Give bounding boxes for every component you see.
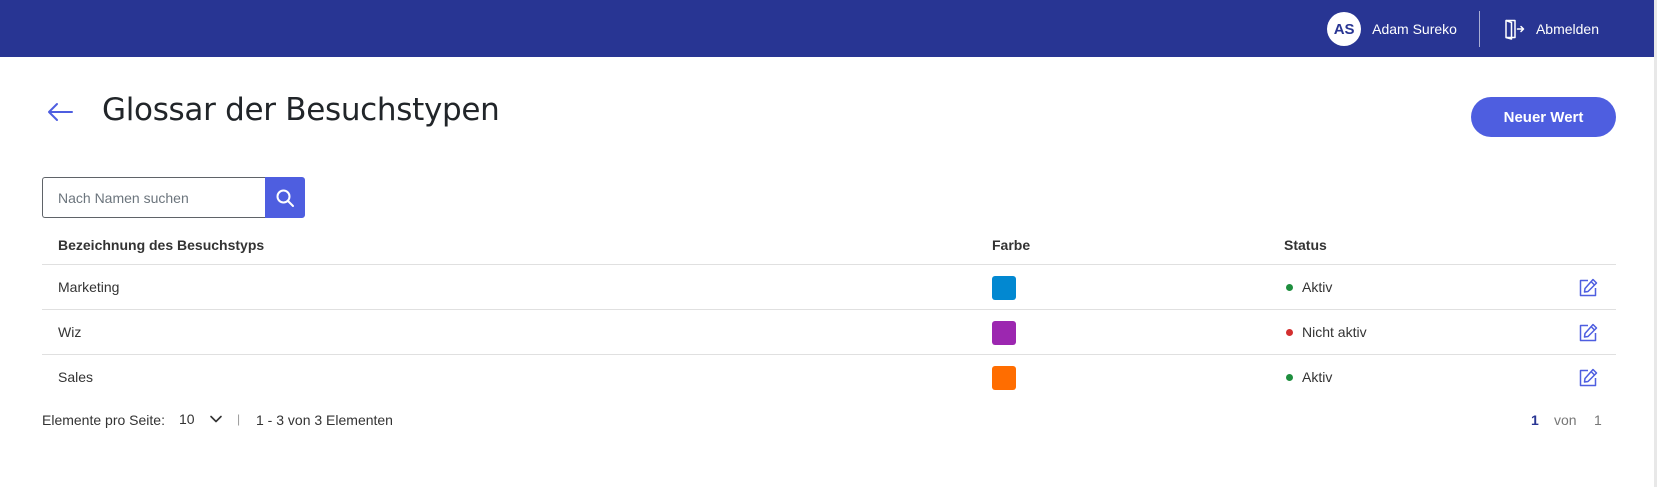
table-row: Wiz Nicht aktiv	[42, 310, 1616, 355]
page-of-label: von	[1554, 412, 1577, 428]
edit-icon	[1579, 368, 1598, 387]
edit-button[interactable]	[1577, 367, 1599, 389]
user-area: AS Adam Sureko Abmelden	[1327, 11, 1599, 47]
avatar[interactable]: AS	[1327, 12, 1362, 46]
current-page[interactable]: 1	[1531, 412, 1539, 428]
logout-label: Abmelden	[1535, 21, 1599, 37]
user-name[interactable]: Adam Sureko	[1372, 21, 1457, 37]
table-row: Sales Aktiv	[42, 355, 1616, 400]
edit-button[interactable]	[1577, 322, 1599, 344]
visit-type-name: Marketing	[58, 279, 120, 295]
search-bar	[42, 177, 305, 218]
items-per-page-value: 10	[179, 411, 195, 427]
color-swatch	[992, 366, 1016, 390]
status-dot	[1286, 328, 1293, 336]
column-header-name[interactable]: Bezeichnung des Besuchstyps	[58, 237, 264, 253]
status-cell: Nicht aktiv	[1284, 324, 1367, 340]
visit-type-name: Sales	[58, 369, 94, 385]
logout-button[interactable]: Abmelden	[1502, 17, 1599, 41]
new-value-button[interactable]: Neuer Wert	[1471, 97, 1616, 137]
pagination-separator: |	[237, 412, 241, 426]
items-per-page-select[interactable]: 10	[179, 411, 223, 427]
status-label: Nicht aktiv	[1302, 324, 1367, 340]
edit-icon	[1579, 323, 1598, 342]
visit-type-name: Wiz	[58, 324, 82, 340]
color-swatch	[992, 321, 1016, 345]
search-button[interactable]	[265, 177, 305, 218]
back-button[interactable]	[44, 96, 76, 128]
table-header: Bezeichnung des Besuchstyps Farbe Status	[42, 228, 1616, 265]
color-swatch	[992, 276, 1016, 300]
status-cell: Aktiv	[1284, 369, 1332, 385]
chevron-down-icon	[209, 415, 222, 423]
status-dot	[1286, 373, 1293, 381]
status-label: Aktiv	[1302, 369, 1333, 385]
column-header-status[interactable]: Status	[1284, 237, 1327, 253]
status-label: Aktiv	[1302, 279, 1333, 295]
status-dot	[1286, 283, 1293, 291]
edit-icon	[1579, 278, 1598, 297]
visit-types-table: Bezeichnung des Besuchstyps Farbe Status…	[42, 228, 1616, 400]
column-header-color[interactable]: Farbe	[992, 237, 1030, 253]
pagination-bar: Elemente pro Seite: 10 | 1 - 3 von 3 Ele…	[42, 410, 1616, 430]
logout-door-icon	[1505, 19, 1525, 40]
items-range-label: 1 - 3 von 3 Elementen	[256, 412, 393, 428]
search-input[interactable]	[42, 177, 265, 218]
items-per-page-label: Elemente pro Seite:	[42, 412, 165, 428]
edit-button[interactable]	[1577, 277, 1599, 299]
search-icon	[276, 189, 294, 207]
top-navigation-bar: AS Adam Sureko Abmelden	[0, 0, 1657, 57]
header-divider	[1478, 11, 1480, 47]
table-row: Marketing Aktiv	[42, 265, 1616, 310]
arrow-left-icon	[48, 103, 73, 121]
status-cell: Aktiv	[1284, 279, 1332, 295]
total-pages: 1	[1594, 412, 1602, 428]
page-title: Glossar der Besuchstypen	[102, 92, 500, 128]
